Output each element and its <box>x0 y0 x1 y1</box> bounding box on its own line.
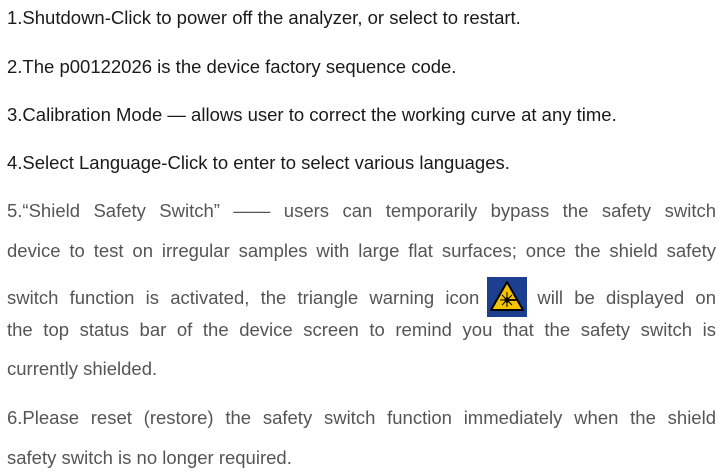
item-5-line-3-before: switch function is activated, the triang… <box>7 286 480 308</box>
item-5-line-4: the top status bar of the device screen … <box>7 319 716 340</box>
laser-warning-icon <box>487 277 528 317</box>
item-5-line-3-after: will be displayed on <box>537 286 716 308</box>
item-5-line-1: 5.“Shield Safety Switch” —— users can te… <box>7 200 716 221</box>
item-6-line-1: 6.Please reset (restore) the safety swit… <box>7 407 716 428</box>
item-2-sequence-code: 2.The p00122026 is the device factory se… <box>7 56 457 77</box>
item-6-line-2: safety switch is no longer required. <box>7 447 292 468</box>
item-1-shutdown: 1.Shutdown-Click to power off the analyz… <box>7 7 521 28</box>
item-3-calibration-mode: 3.Calibration Mode — allows user to corr… <box>7 104 617 125</box>
item-4-select-language: 4.Select Language-Click to enter to sele… <box>7 152 510 173</box>
item-5-line-5: currently shielded. <box>7 358 158 379</box>
item-5-line-2: device to test on irregular samples with… <box>7 240 716 261</box>
item-5-line-3: switch function is activated, the triang… <box>7 277 716 317</box>
